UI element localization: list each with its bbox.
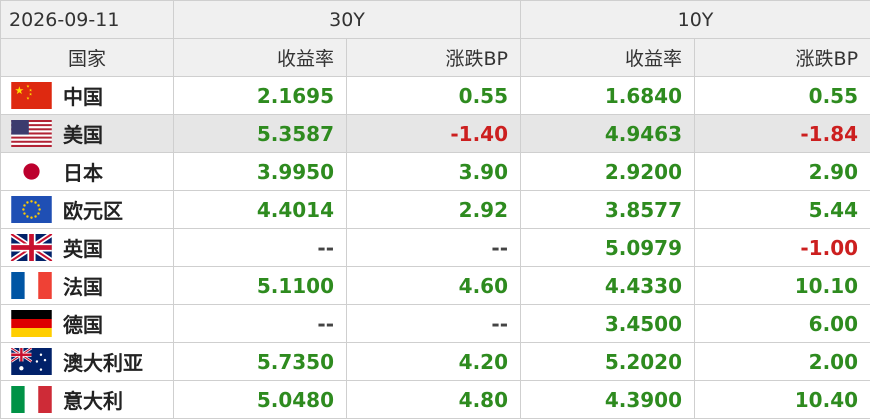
- country-cell: 美国: [1, 115, 174, 153]
- table-row[interactable]: 意大利 5.04804.804.390010.40: [1, 381, 870, 419]
- yield-10y-cell: 4.3900: [521, 381, 695, 419]
- country-cell: ★★★★★ 中国: [1, 77, 174, 115]
- france-flag-icon: [10, 272, 53, 299]
- country-wrap: 英国: [1, 233, 173, 262]
- bond-yield-table: 2026-09-11 30Y 10Y 国家 收益率 涨跌BP 收益率 涨跌BP …: [0, 0, 870, 419]
- change-30y-header[interactable]: 涨跌BP: [347, 39, 521, 77]
- eu-flag-icon: [10, 196, 53, 223]
- change-30y-cell: 4.60: [347, 267, 521, 305]
- change-30y-cell: 3.90: [347, 153, 521, 191]
- group-header-row: 2026-09-11 30Y 10Y: [1, 1, 870, 39]
- country-cell: 英国: [1, 229, 174, 267]
- table-row[interactable]: 澳大利亚 5.73504.205.20202.00: [1, 343, 870, 381]
- change-10y-cell: 0.55: [695, 77, 870, 115]
- yield-30y-cell: 3.9950: [174, 153, 347, 191]
- change-10y-cell: -1.84: [695, 115, 870, 153]
- country-name: 中国: [63, 81, 103, 110]
- country-name: 日本: [63, 157, 103, 186]
- table-row[interactable]: ★★★★★中国2.16950.551.68400.55: [1, 77, 870, 115]
- yield-10y-cell: 3.4500: [521, 305, 695, 343]
- yield-30y-cell: 4.4014: [174, 191, 347, 229]
- yield-10y-cell: 5.2020: [521, 343, 695, 381]
- country-wrap: ★★★★★ 中国: [1, 81, 173, 110]
- japan-flag-icon: [10, 158, 53, 185]
- change-30y-cell: 4.80: [347, 381, 521, 419]
- country-cell: 德国: [1, 305, 174, 343]
- yield-30y-cell: 5.0480: [174, 381, 347, 419]
- country-name: 意大利: [63, 385, 123, 414]
- country-name: 英国: [63, 233, 103, 262]
- country-wrap: 德国: [1, 309, 173, 338]
- australia-flag-icon: [10, 348, 53, 375]
- change-10y-cell: 10.10: [695, 267, 870, 305]
- change-30y-cell: --: [347, 229, 521, 267]
- yield-10y-cell: 5.0979: [521, 229, 695, 267]
- change-30y-cell: --: [347, 305, 521, 343]
- country-cell: 意大利: [1, 381, 174, 419]
- yield-10y-header[interactable]: 收益率: [521, 39, 695, 77]
- country-cell: 日本: [1, 153, 174, 191]
- yield-30y-cell: 5.1100: [174, 267, 347, 305]
- change-30y-cell: 0.55: [347, 77, 521, 115]
- italy-flag-icon: [10, 386, 53, 413]
- change-30y-cell: 2.92: [347, 191, 521, 229]
- country-name: 欧元区: [63, 195, 123, 224]
- yield-30y-cell: --: [174, 305, 347, 343]
- table-row[interactable]: 法国 5.11004.604.433010.10: [1, 267, 870, 305]
- date-label: 2026-09-11: [1, 1, 174, 39]
- change-10y-cell: 2.00: [695, 343, 870, 381]
- country-wrap: 法国: [1, 271, 173, 300]
- yield-10y-cell: 1.6840: [521, 77, 695, 115]
- change-10y-cell: 5.44: [695, 191, 870, 229]
- table-row[interactable]: 英国----5.0979-1.00: [1, 229, 870, 267]
- column-header-row: 国家 收益率 涨跌BP 收益率 涨跌BP: [1, 39, 870, 77]
- yield-10y-cell: 4.4330: [521, 267, 695, 305]
- change-10y-cell: 10.40: [695, 381, 870, 419]
- table-row[interactable]: 日本 3.99503.902.92002.90: [1, 153, 870, 191]
- country-name: 澳大利亚: [63, 347, 143, 376]
- yield-30y-cell: 5.7350: [174, 343, 347, 381]
- yield-30y-cell: 2.1695: [174, 77, 347, 115]
- country-wrap: 日本: [1, 157, 173, 186]
- country-name: 德国: [63, 309, 103, 338]
- country-wrap: 欧元区: [1, 195, 173, 224]
- table-body: ★★★★★中国2.16950.551.68400.55美国5.3587-1.40…: [1, 77, 870, 419]
- yield-10y-cell: 4.9463: [521, 115, 695, 153]
- group-header-30y[interactable]: 30Y: [174, 1, 521, 39]
- table-row[interactable]: 德国----3.45006.00: [1, 305, 870, 343]
- yield-30y-cell: 5.3587: [174, 115, 347, 153]
- change-10y-cell: 6.00: [695, 305, 870, 343]
- table-row[interactable]: 美国 5.3587-1.404.9463-1.84: [1, 115, 870, 153]
- change-30y-cell: 4.20: [347, 343, 521, 381]
- change-10y-cell: 2.90: [695, 153, 870, 191]
- change-30y-cell: -1.40: [347, 115, 521, 153]
- country-name: 法国: [63, 271, 103, 300]
- country-wrap: 意大利: [1, 385, 173, 414]
- change-10y-cell: -1.00: [695, 229, 870, 267]
- country-cell: 欧元区: [1, 191, 174, 229]
- yield-30y-header[interactable]: 收益率: [174, 39, 347, 77]
- country-wrap: 澳大利亚: [1, 347, 173, 376]
- country-cell: 澳大利亚: [1, 343, 174, 381]
- china-flag-icon: ★★★★★: [10, 82, 53, 109]
- change-10y-header[interactable]: 涨跌BP: [695, 39, 870, 77]
- uk-flag-icon: [10, 234, 53, 261]
- yield-30y-cell: --: [174, 229, 347, 267]
- yield-10y-cell: 3.8577: [521, 191, 695, 229]
- country-cell: 法国: [1, 267, 174, 305]
- svg-text:★: ★: [15, 84, 25, 97]
- country-name: 美国: [63, 119, 103, 148]
- country-column-header[interactable]: 国家: [1, 39, 174, 77]
- svg-text:★: ★: [26, 96, 30, 101]
- yield-10y-cell: 2.9200: [521, 153, 695, 191]
- country-wrap: 美国: [1, 119, 173, 148]
- usa-flag-icon: [10, 120, 53, 147]
- group-header-10y[interactable]: 10Y: [521, 1, 870, 39]
- germany-flag-icon: [10, 310, 53, 337]
- table-row[interactable]: 欧元区 4.40142.923.85775.44: [1, 191, 870, 229]
